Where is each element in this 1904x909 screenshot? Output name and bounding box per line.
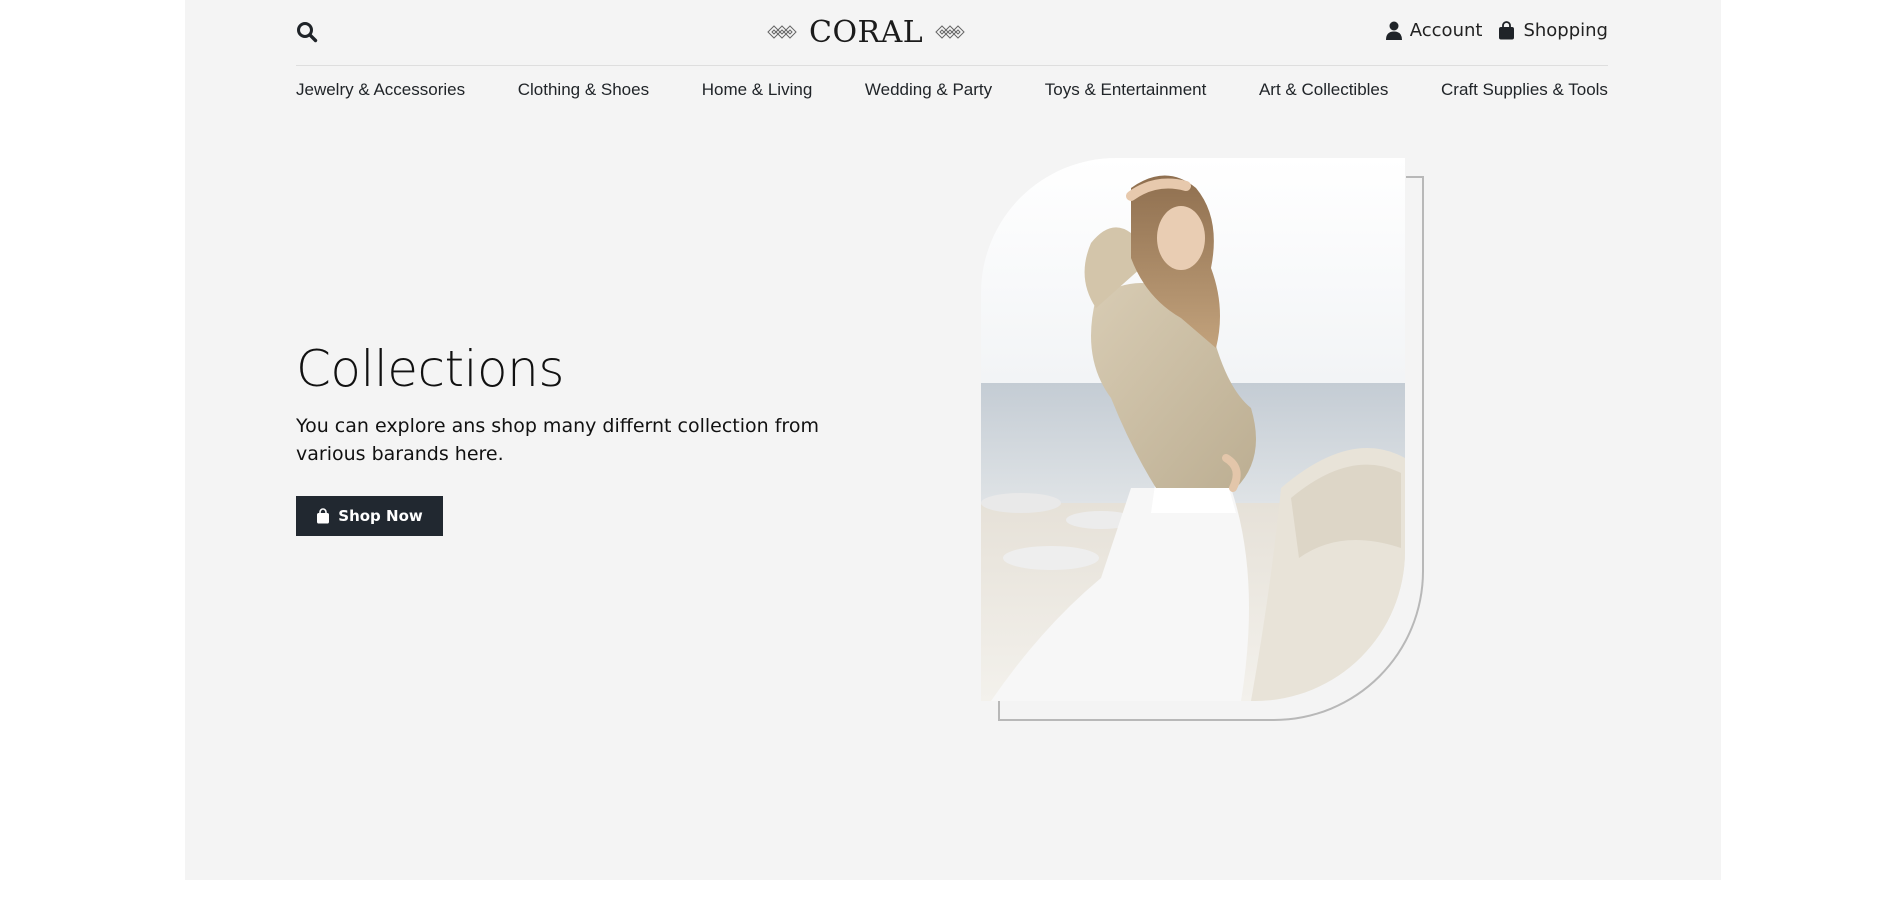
shopping-label: Shopping	[1523, 20, 1608, 41]
search-icon	[297, 22, 318, 43]
nav-item-home[interactable]: Home & Living	[702, 80, 813, 100]
nav-item-toys[interactable]: Toys & Entertainment	[1045, 80, 1207, 100]
shopping-bag-icon	[317, 508, 330, 524]
shop-now-label: Shop Now	[338, 507, 423, 525]
hero-description: You can explore ans shop many differnt c…	[296, 415, 819, 465]
nav-item-clothing[interactable]: Clothing & Shoes	[518, 80, 649, 100]
nav-item-craft[interactable]: Craft Supplies & Tools	[1441, 80, 1608, 100]
hero-image	[981, 158, 1405, 701]
diamond-ornament-icon	[767, 25, 797, 39]
shopping-bag-icon	[1499, 21, 1515, 40]
logo-text: CORAL	[809, 14, 924, 50]
nav-item-art[interactable]: Art & Collectibles	[1259, 80, 1388, 100]
hero-photo-illustration	[981, 158, 1405, 701]
account-link[interactable]: Account	[1385, 20, 1483, 41]
top-links: Account Shopping	[1385, 20, 1608, 41]
nav-item-wedding[interactable]: Wedding & Party	[865, 80, 992, 100]
page-container: CORAL Account Shopping Jewelry & Accesso…	[185, 0, 1721, 880]
account-label: Account	[1409, 20, 1483, 41]
logo[interactable]: CORAL	[767, 10, 965, 54]
shopping-link[interactable]: Shopping	[1498, 20, 1608, 41]
shop-now-button[interactable]: Shop Now	[296, 496, 443, 536]
category-nav: Jewelry & Accessories Clothing & Shoes H…	[296, 80, 1608, 100]
user-icon	[1385, 21, 1402, 40]
diamond-ornament-icon	[935, 25, 965, 39]
search-button[interactable]	[296, 21, 318, 43]
top-bar: CORAL Account Shopping	[296, 0, 1608, 66]
hero-title: Collections	[296, 340, 564, 398]
nav-item-jewelry[interactable]: Jewelry & Accessories	[296, 80, 465, 100]
